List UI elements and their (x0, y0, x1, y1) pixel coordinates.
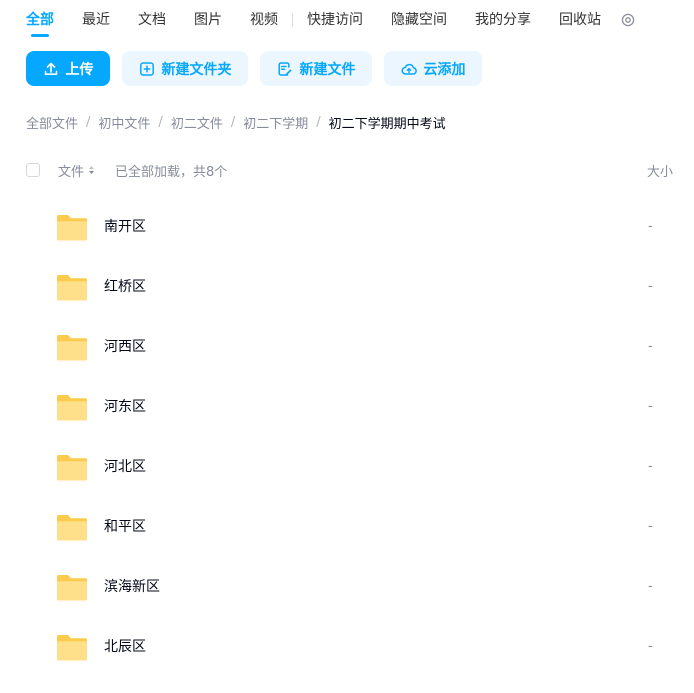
tab-videos[interactable]: 视频 (250, 0, 278, 40)
file-list-header: 文件 已全部加载，共8个 大小 (26, 160, 694, 180)
folder-name[interactable]: 和平区 (104, 517, 146, 537)
folder-size: - (648, 459, 653, 474)
cloud-upload-icon (401, 61, 417, 77)
folder-icon (57, 215, 87, 241)
tab-recycle-bin[interactable]: 回收站 (559, 0, 601, 40)
folder-row[interactable]: 红桥区 - (0, 257, 694, 317)
folder-name[interactable]: 河西区 (104, 337, 146, 357)
breadcrumb-current: 初二下学期期中考试 (328, 116, 446, 132)
breadcrumb-all-files[interactable]: 全部文件 (26, 113, 78, 132)
folder-icon (57, 575, 87, 601)
new-file-icon (277, 61, 293, 77)
folder-row[interactable]: 滨海新区 - (0, 557, 694, 617)
folder-name[interactable]: 河东区 (104, 397, 146, 417)
folder-name[interactable]: 红桥区 (104, 277, 146, 297)
cloud-add-button[interactable]: 云添加 (384, 51, 482, 86)
sort-by-file-button[interactable]: 文件 (58, 161, 95, 180)
breadcrumb-separator: / (158, 114, 163, 130)
breadcrumb: 全部文件 / 初中文件 / 初二文件 / 初二下学期 / 初二下学期期中考试 (26, 112, 446, 132)
folder-row[interactable]: 北辰区 - (0, 617, 694, 677)
breadcrumb-middle-school[interactable]: 初中文件 (98, 113, 150, 132)
breadcrumb-grade-two[interactable]: 初二文件 (171, 113, 223, 132)
new-folder-icon (139, 61, 155, 77)
folder-name[interactable]: 滨海新区 (104, 577, 160, 597)
file-list: 南开区 - 红桥区 - 河西区 - 河东区 - 河北区 - 和平区 - 滨海新区… (0, 197, 694, 677)
folder-size: - (648, 519, 653, 534)
toolbar: 上传 新建文件夹 新建文件 云添加 (26, 51, 494, 86)
new-folder-label: 新建文件夹 (161, 61, 232, 78)
breadcrumb-second-semester[interactable]: 初二下学期 (243, 113, 308, 132)
folder-row[interactable]: 河东区 - (0, 377, 694, 437)
upload-label: 上传 (65, 61, 94, 78)
tab-documents[interactable]: 文档 (138, 0, 166, 40)
load-status: 已全部加载，共8个 (115, 164, 228, 180)
sort-icon (88, 165, 95, 175)
folder-icon (57, 395, 87, 421)
new-file-button[interactable]: 新建文件 (260, 51, 372, 86)
folder-name[interactable]: 河北区 (104, 457, 146, 477)
folder-icon (57, 275, 87, 301)
folder-icon (57, 335, 87, 361)
folder-row[interactable]: 南开区 - (0, 197, 694, 257)
tab-hidden-space[interactable]: 隐藏空间 (391, 0, 447, 40)
breadcrumb-separator: / (86, 114, 91, 130)
new-file-label: 新建文件 (299, 61, 356, 78)
category-tabs: 全部 最近 文档 图片 视频 快捷访问 隐藏空间 我的分享 回收站 (26, 0, 635, 40)
tab-all[interactable]: 全部 (26, 0, 54, 40)
size-column-label[interactable]: 大小 (647, 161, 673, 180)
select-all-checkbox[interactable] (26, 163, 40, 177)
upload-button[interactable]: 上传 (26, 51, 110, 86)
tab-images[interactable]: 图片 (194, 0, 222, 40)
folder-size: - (648, 339, 653, 354)
upload-icon (43, 61, 59, 77)
new-folder-button[interactable]: 新建文件夹 (122, 51, 248, 86)
breadcrumb-separator: / (316, 114, 321, 130)
tab-my-shares[interactable]: 我的分享 (475, 0, 531, 40)
folder-icon (57, 515, 87, 541)
folder-size: - (648, 399, 653, 414)
tab-divider (292, 13, 293, 27)
breadcrumb-separator: / (230, 114, 236, 130)
folder-row[interactable]: 河北区 - (0, 437, 694, 497)
cloud-add-label: 云添加 (423, 61, 466, 78)
file-column-label: 文件 (58, 164, 85, 180)
folder-size: - (648, 219, 653, 234)
tab-quick-access[interactable]: 快捷访问 (307, 0, 363, 40)
folder-icon (57, 455, 87, 481)
folder-icon (57, 635, 87, 661)
folder-size: - (648, 639, 653, 654)
folder-name[interactable]: 北辰区 (104, 637, 146, 657)
settings-icon[interactable] (621, 0, 635, 40)
folder-name[interactable]: 南开区 (104, 217, 146, 237)
folder-size: - (648, 279, 653, 294)
folder-row[interactable]: 和平区 - (0, 497, 694, 557)
folder-size: - (648, 579, 653, 594)
tab-recent[interactable]: 最近 (82, 0, 110, 40)
folder-row[interactable]: 河西区 - (0, 317, 694, 377)
